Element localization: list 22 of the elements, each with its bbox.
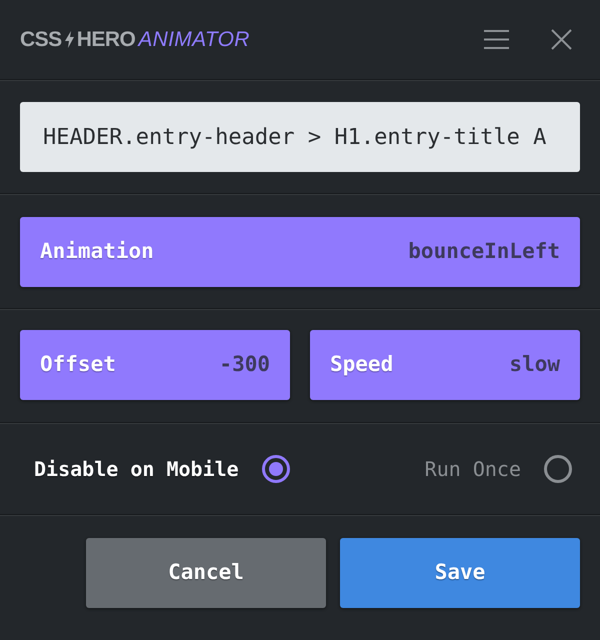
- radio-label[interactable]: Disable on Mobile: [34, 454, 239, 484]
- radio-label[interactable]: Run Once: [424, 454, 521, 484]
- select-value: -300: [219, 351, 270, 378]
- select-label: Offset: [40, 351, 116, 378]
- selector-field[interactable]: HEADER.entry-header > H1.entry-title A: [20, 102, 580, 172]
- cancel-button[interactable]: Cancel: [86, 538, 326, 608]
- logo-product-text: ANIMATOR: [138, 29, 250, 50]
- select-value: bounceInLeft: [408, 238, 560, 266]
- menu-icon[interactable]: [484, 30, 509, 49]
- radio-button[interactable]: [262, 455, 290, 483]
- select-button[interactable]: Offset -300: [20, 330, 290, 400]
- select-label: Speed: [330, 351, 394, 378]
- select-value: slow: [509, 351, 560, 378]
- select-button[interactable]: Animation bounceInLeft: [20, 217, 580, 287]
- lightning-icon: [64, 31, 74, 48]
- select-button[interactable]: Speed slow: [310, 330, 580, 400]
- save-button[interactable]: Save: [340, 538, 580, 608]
- logo-text: CSS: [20, 29, 62, 50]
- close-icon[interactable]: [551, 29, 572, 50]
- select-label: Animation: [40, 238, 154, 266]
- radio-button[interactable]: [544, 455, 572, 483]
- logo-text: HERO: [76, 29, 136, 50]
